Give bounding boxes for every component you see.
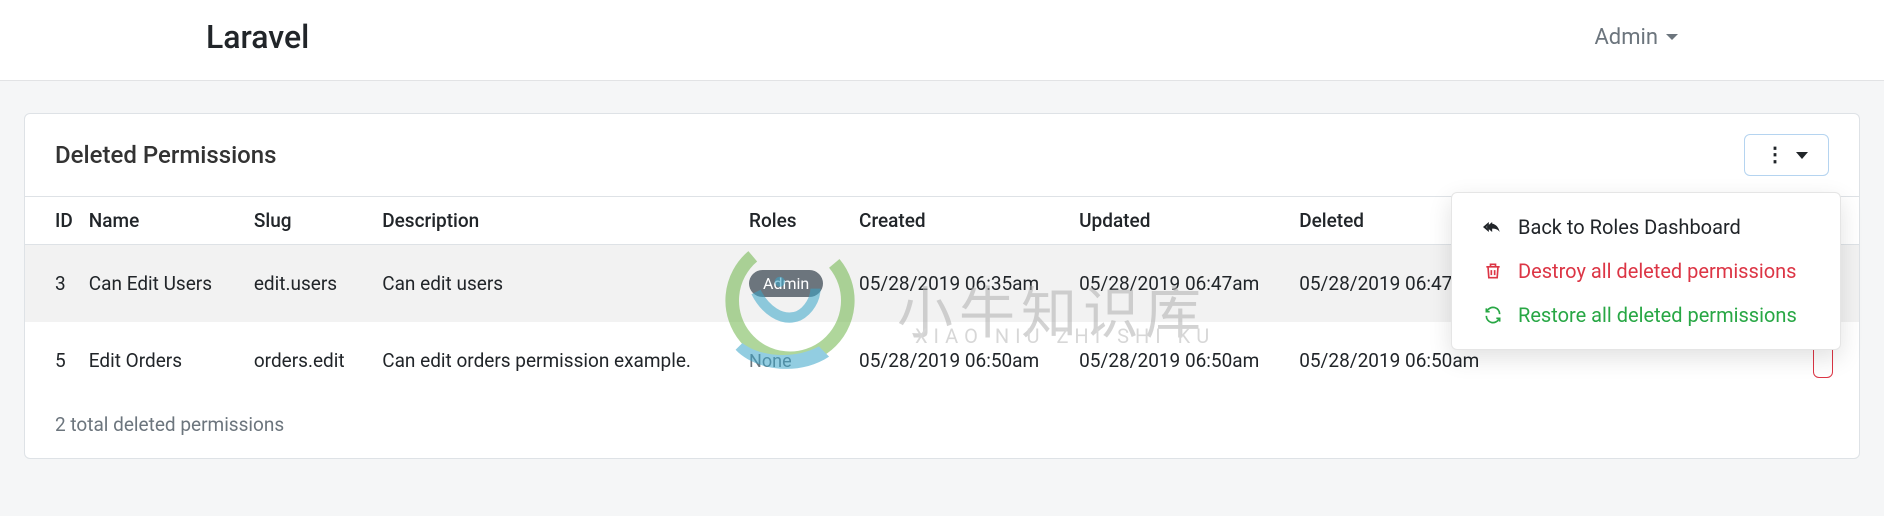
- cell-name: Can Edit Users: [81, 245, 246, 323]
- th-slug: Slug: [246, 197, 374, 245]
- cell-created: 05/28/2019 06:50am: [851, 322, 1071, 399]
- th-id: ID: [25, 197, 81, 245]
- menu-restore-all[interactable]: Restore all deleted permissions: [1452, 293, 1840, 337]
- cell-roles: None: [741, 322, 851, 399]
- cell-updated: 05/28/2019 06:47am: [1071, 245, 1291, 323]
- permissions-card: Deleted Permissions ⋮ ID Name Slug Descr…: [24, 113, 1860, 459]
- th-created: Created: [851, 197, 1071, 245]
- navbar: Laravel Admin: [0, 0, 1884, 81]
- cell-created: 05/28/2019 06:35am: [851, 245, 1071, 323]
- menu-back-label: Back to Roles Dashboard: [1518, 215, 1741, 239]
- menu-restore-label: Restore all deleted permissions: [1518, 303, 1797, 327]
- cell-id: 3: [25, 245, 81, 323]
- user-menu-label: Admin: [1594, 25, 1658, 50]
- th-description: Description: [374, 197, 741, 245]
- cell-slug: orders.edit: [246, 322, 374, 399]
- cell-id: 5: [25, 322, 81, 399]
- menu-destroy-label: Destroy all deleted permissions: [1518, 259, 1796, 283]
- cell-slug: edit.users: [246, 245, 374, 323]
- card-footer: 2 total deleted permissions: [25, 399, 1859, 458]
- cell-description: Can edit users: [374, 245, 741, 323]
- navbar-inner: Laravel Admin: [0, 18, 1884, 56]
- menu-back-to-roles[interactable]: Back to Roles Dashboard: [1452, 205, 1840, 249]
- brand-link[interactable]: Laravel: [206, 18, 309, 56]
- refresh-icon: [1482, 305, 1504, 325]
- caret-down-icon: [1796, 152, 1808, 159]
- cell-name: Edit Orders: [81, 322, 246, 399]
- cell-roles: Admin: [741, 245, 851, 323]
- reply-all-icon: [1482, 217, 1504, 237]
- chevron-down-icon: [1666, 34, 1678, 40]
- card-actions-menu: Back to Roles Dashboard Destroy all dele…: [1451, 192, 1841, 350]
- user-menu[interactable]: Admin: [1594, 25, 1678, 50]
- th-updated: Updated: [1071, 197, 1291, 245]
- th-name: Name: [81, 197, 246, 245]
- role-badge-none: None: [749, 351, 792, 372]
- th-roles: Roles: [741, 197, 851, 245]
- role-badge: Admin: [749, 270, 823, 297]
- cell-description: Can edit orders permission example.: [374, 322, 741, 399]
- kebab-icon: ⋮: [1765, 145, 1784, 165]
- card-title: Deleted Permissions: [55, 141, 277, 169]
- menu-destroy-all[interactable]: Destroy all deleted permissions: [1452, 249, 1840, 293]
- card-header: Deleted Permissions ⋮: [25, 114, 1859, 197]
- card-actions-button[interactable]: ⋮: [1744, 134, 1829, 176]
- content: Deleted Permissions ⋮ ID Name Slug Descr…: [0, 81, 1884, 459]
- trash-icon: [1482, 261, 1504, 281]
- cell-updated: 05/28/2019 06:50am: [1071, 322, 1291, 399]
